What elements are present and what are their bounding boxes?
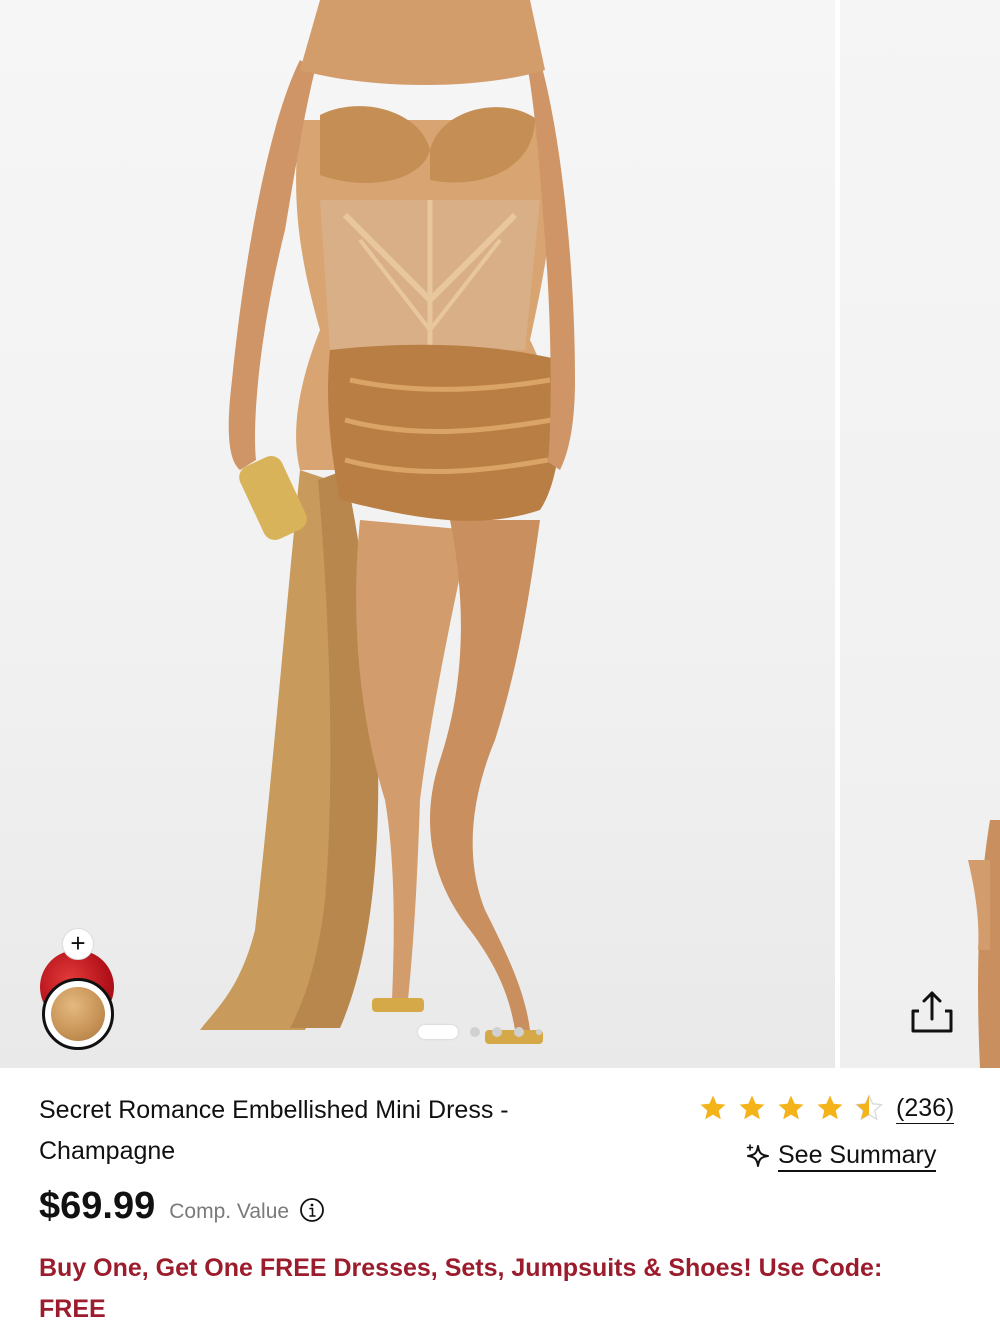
product-rating[interactable]: (236) — [698, 1088, 968, 1128]
add-color-button[interactable]: + — [62, 928, 94, 960]
next-photo-preview — [968, 820, 1000, 1068]
star-half-icon — [854, 1093, 884, 1121]
price-row: $69.99 Comp. Value — [39, 1185, 325, 1228]
product-photo-main[interactable]: + — [0, 0, 835, 1068]
review-count-link[interactable]: (236) — [896, 1093, 955, 1124]
product-price: $69.99 — [39, 1185, 156, 1227]
star-full-icon — [778, 1095, 804, 1120]
see-summary-link[interactable]: See Summary — [744, 1140, 937, 1172]
star-full-icon — [700, 1095, 726, 1120]
product-photo-next[interactable] — [840, 0, 1000, 1068]
color-swatches: + — [38, 928, 118, 1050]
color-swatch-champagne[interactable] — [42, 978, 114, 1050]
sparkle-icon — [746, 1144, 769, 1167]
info-icon[interactable] — [299, 1197, 325, 1223]
comp-value-label: Comp. Value — [169, 1200, 290, 1223]
carousel-pagination — [418, 1024, 542, 1040]
share-button[interactable] — [905, 985, 959, 1039]
promo-message: Buy One, Get One FREE Dresses, Sets, Jum… — [39, 1254, 883, 1323]
star-full-icon — [739, 1095, 765, 1120]
star-full-icon — [817, 1095, 843, 1120]
carousel-dot-active[interactable] — [418, 1025, 458, 1039]
share-icon — [911, 991, 953, 1033]
carousel-dot[interactable] — [536, 1029, 542, 1035]
star-rating — [698, 1093, 884, 1123]
carousel-dot[interactable] — [470, 1027, 480, 1037]
product-title: Secret Romance Embellished Mini Dress - … — [39, 1096, 509, 1165]
carousel-dot[interactable] — [514, 1027, 524, 1037]
carousel-dot[interactable] — [492, 1027, 502, 1037]
model-dress-illustration — [200, 0, 575, 1044]
product-image-gallery[interactable]: + — [0, 0, 1000, 1068]
swatch-fill — [51, 987, 105, 1041]
see-summary-label: See Summary — [778, 1140, 937, 1172]
